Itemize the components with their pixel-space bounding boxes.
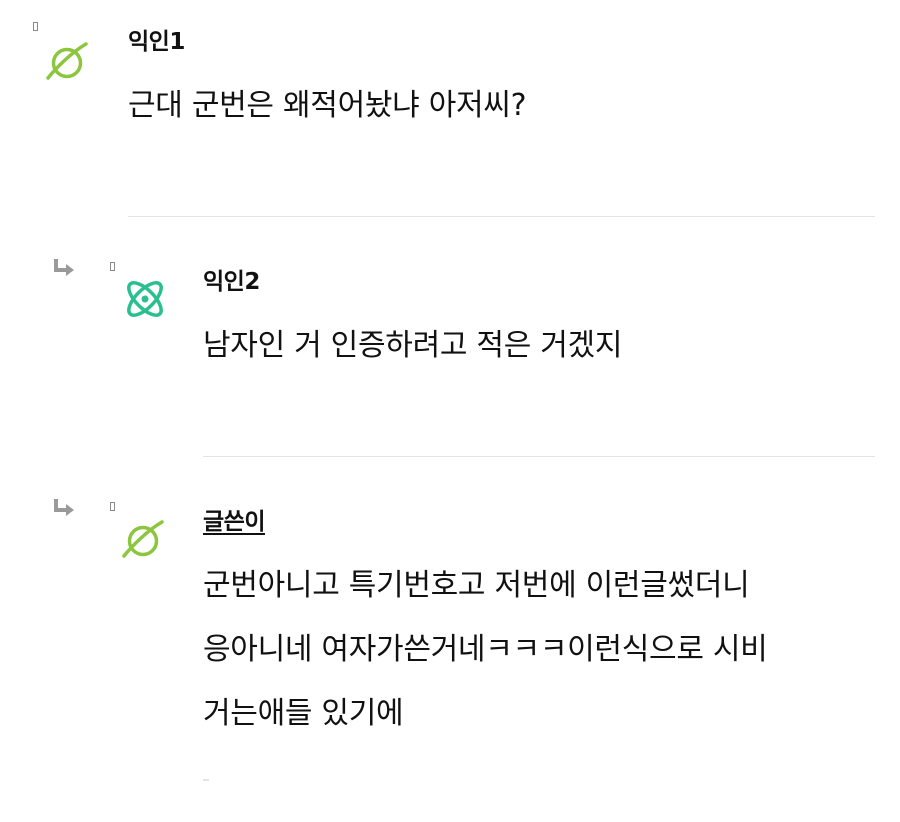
atom-icon	[127, 281, 163, 317]
comment-marker-icon	[33, 22, 38, 31]
comment-divider	[128, 216, 875, 217]
author-nickname[interactable]: 글쓴이	[203, 502, 265, 536]
reply-arrow-icon	[54, 259, 74, 276]
comment-marker-icon	[110, 502, 115, 511]
comment-nickname[interactable]: 익인1	[128, 22, 185, 56]
planet-icon	[46, 42, 88, 80]
comment-marker-icon	[110, 262, 115, 271]
comment-text-line: 군번아니고 특기번호고 저번에 이런글썼더니	[203, 568, 750, 603]
comment-text-line: 거는애들 있기에	[203, 696, 404, 731]
comment-divider	[203, 456, 875, 457]
comment-text-line: 응아니네 여자가쓴거네ㅋㅋㅋ이런식으로 시비	[203, 632, 768, 667]
comment-nickname[interactable]: 익인2	[203, 262, 260, 296]
divider-fragment	[203, 779, 209, 781]
planet-icon	[122, 520, 164, 558]
comment-text-line: 남자인 거 인증하려고 적은 거겠지	[203, 328, 623, 363]
reply-arrow-icon	[54, 499, 74, 516]
comment-text-line: 근대 군번은 왜적어놨냐 아저씨?	[128, 88, 527, 123]
